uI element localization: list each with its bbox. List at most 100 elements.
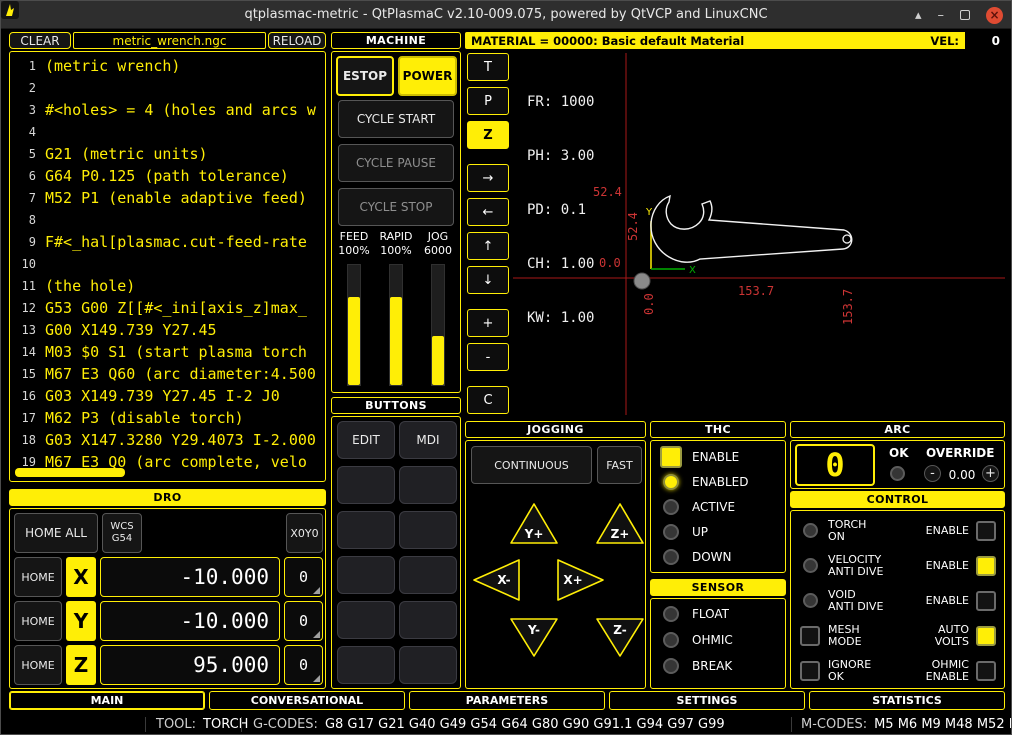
dro-panel-header: DRO (9, 489, 326, 506)
clear-plot-button[interactable]: C (467, 386, 509, 414)
buttons-panel-header: BUTTONS (331, 397, 461, 414)
shade-window-icon[interactable]: ▴ (915, 9, 922, 22)
user-button-empty[interactable] (337, 511, 395, 549)
velocity-anti-dive-led (803, 558, 818, 573)
home-x-button[interactable]: HOME (14, 557, 62, 597)
tab-settings[interactable]: SETTINGS (609, 691, 805, 710)
y-axis-dro: -10.000 (100, 601, 280, 641)
jog-x-plus-button[interactable]: X+ (554, 557, 606, 603)
x-axis-label: X (66, 557, 96, 597)
torch-enable-label: ENABLE (926, 525, 969, 537)
gcode-line: 7M52 P1 (enable adaptive feed) (10, 187, 325, 209)
user-button-empty[interactable] (399, 556, 457, 594)
close-icon[interactable]: × (986, 7, 1003, 24)
torch-enable-checkbox[interactable] (976, 521, 996, 541)
pan-up-button[interactable]: ↑ (467, 232, 509, 260)
mesh-mode-checkbox[interactable] (800, 626, 820, 646)
rapid-slider-handle[interactable] (390, 297, 402, 385)
dim-label-x-max-rotated: 153.7 (841, 289, 855, 325)
z-offset-select[interactable]: 0 (284, 645, 323, 685)
ignore-ok-checkbox[interactable] (800, 661, 820, 681)
arc-override-minus-button[interactable]: - (924, 465, 941, 482)
void-enable-checkbox[interactable] (976, 591, 996, 611)
view-top-button[interactable]: T (467, 53, 509, 81)
jog-fast-button[interactable]: FAST (597, 446, 642, 484)
user-button-empty[interactable] (337, 646, 395, 684)
jog-y-plus-button[interactable]: Y+ (508, 501, 560, 547)
material-selector[interactable]: MATERIAL = 00000: Basic default Material… (465, 32, 1005, 49)
auto-volts-checkbox[interactable] (976, 626, 996, 646)
jog-x-minus-button[interactable]: X- (471, 557, 523, 603)
jog-mode-continuous-button[interactable]: CONTINUOUS (471, 446, 592, 484)
wcs-button[interactable]: WCSG54 (102, 513, 142, 553)
x-offset-select[interactable]: 0 (284, 557, 323, 597)
feed-slider-handle[interactable] (348, 297, 360, 385)
user-button-empty[interactable] (337, 466, 395, 504)
feed-override-label: FEED (333, 230, 375, 243)
tab-statistics[interactable]: STATISTICS (809, 691, 1005, 710)
user-button-empty[interactable] (337, 601, 395, 639)
gcode-hscrollbar-thumb[interactable] (15, 468, 125, 477)
gcode-display[interactable]: 1(metric wrench) 2 3#<holes> = 4 (holes … (9, 51, 326, 482)
gcode-line: 2 (10, 77, 325, 99)
titlebar[interactable]: qtplasmac-metric - QtPlasmaC v2.10-009.0… (1, 1, 1011, 29)
jog-z-minus-button[interactable]: Z- (594, 615, 646, 661)
zoom-out-button[interactable]: - (467, 343, 509, 371)
pan-down-button[interactable]: ↓ (467, 266, 509, 294)
z-axis-dro: 95.000 (100, 645, 280, 685)
cycle-pause-button[interactable]: CYCLE PAUSE (338, 144, 454, 182)
feed-override-slider[interactable] (347, 264, 361, 386)
y-offset-select[interactable]: 0 (284, 601, 323, 641)
cycle-stop-button[interactable]: CYCLE STOP (338, 188, 454, 226)
thc-enable-checkbox[interactable] (660, 446, 682, 468)
material-label: MATERIAL = 00000: Basic default Material (471, 34, 744, 48)
gcode-line-number: 8 (10, 209, 36, 231)
edit-button[interactable]: EDIT (337, 421, 395, 459)
pan-right-button[interactable]: → (467, 164, 509, 192)
ohmic-enable-checkbox[interactable] (976, 661, 996, 681)
tab-parameters[interactable]: PARAMETERS (409, 691, 605, 710)
gcode-line: 4 (10, 121, 325, 143)
thc-active-led (663, 499, 679, 515)
arc-override-plus-button[interactable]: + (982, 465, 999, 482)
home-y-button[interactable]: HOME (14, 601, 62, 641)
rapid-override-slider[interactable] (389, 264, 403, 386)
mdi-button[interactable]: MDI (399, 421, 457, 459)
gcode-line-number: 13 (10, 319, 36, 341)
home-all-button[interactable]: HOME ALL (14, 513, 98, 553)
void-enable-label: ENABLE (926, 595, 969, 607)
estop-button[interactable]: ESTOP (336, 56, 394, 96)
user-button-empty[interactable] (399, 511, 457, 549)
jogging-panel-header: JOGGING (465, 421, 646, 438)
velocity-enable-checkbox[interactable] (976, 556, 996, 576)
user-button-empty[interactable] (399, 466, 457, 504)
user-button-empty[interactable] (337, 556, 395, 594)
view-z-button[interactable]: Z (467, 121, 509, 149)
reload-button[interactable]: RELOAD (268, 32, 326, 49)
cycle-start-button[interactable]: CYCLE START (338, 100, 454, 138)
gcode-line-text: M52 P1 (enable adaptive feed) (45, 187, 307, 209)
user-button-empty[interactable] (399, 646, 457, 684)
minimize-icon[interactable]: – (938, 9, 945, 22)
zoom-in-button[interactable]: + (467, 309, 509, 337)
jog-y-minus-button[interactable]: Y- (508, 615, 560, 661)
dim-label-zero-rotated: 0.0 (642, 293, 656, 315)
zero-xy-button[interactable]: X0Y0 (286, 513, 323, 553)
home-z-button[interactable]: HOME (14, 645, 62, 685)
gcode-line: 13G00 X149.739 Y27.45 (10, 319, 325, 341)
gcode-line-number: 15 (10, 363, 36, 385)
power-button[interactable]: POWER (398, 56, 457, 96)
user-button-empty[interactable] (399, 601, 457, 639)
gcode-line-number: 4 (10, 121, 36, 143)
tab-main[interactable]: MAIN (9, 691, 205, 710)
view-perspective-button[interactable]: P (467, 87, 509, 115)
jog-speed-slider[interactable] (431, 264, 445, 386)
gcode-line: 16G03 X149.739 Y27.45 I-2 J0 (10, 385, 325, 407)
clear-button[interactable]: CLEAR (9, 32, 71, 49)
jog-slider-handle[interactable] (432, 336, 444, 385)
tab-conversational[interactable]: CONVERSATIONAL (209, 691, 405, 710)
jog-z-plus-button[interactable]: Z+ (594, 501, 646, 547)
maximize-icon[interactable] (960, 10, 970, 20)
velocity-enable-label: ENABLE (926, 560, 969, 572)
pan-left-button[interactable]: ← (467, 198, 509, 226)
